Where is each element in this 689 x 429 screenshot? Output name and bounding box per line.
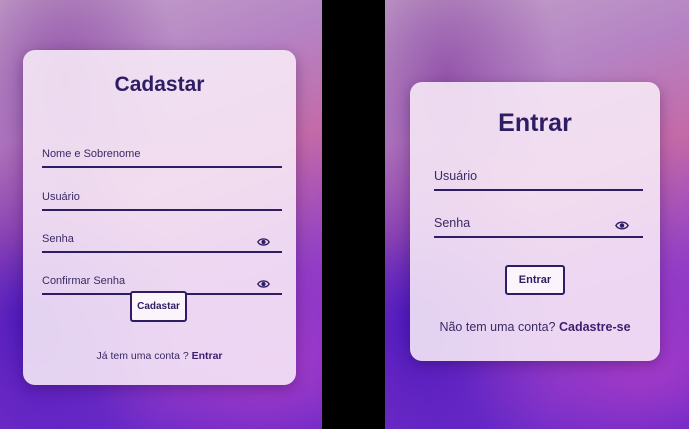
divider (322, 0, 385, 429)
signup-password-field[interactable]: Senha (42, 223, 282, 253)
login-footer-text: Não tem uma conta? (439, 320, 556, 334)
login-username-field[interactable]: Usuário (434, 157, 643, 191)
fullname-field[interactable]: Nome e Sobrenome (42, 138, 282, 168)
fullname-label: Nome e Sobrenome (42, 148, 141, 160)
login-button[interactable]: Entrar (505, 265, 565, 295)
signup-footer-text: Já tem uma conta ? (96, 350, 189, 362)
signup-card: Cadastar Nome e Sobrenome Usuário Senha … (23, 50, 296, 385)
login-screen: Entrar Usuário Senha Entrar Não tem uma … (385, 0, 689, 429)
signup-password-label: Senha (42, 233, 74, 245)
login-title: Entrar (498, 109, 572, 137)
eye-icon[interactable] (257, 237, 270, 247)
login-card: Entrar Usuário Senha Entrar Não tem uma … (410, 82, 660, 361)
signin-link[interactable]: Entrar (192, 350, 223, 362)
signup-link[interactable]: Cadastre-se (559, 320, 631, 334)
eye-icon[interactable] (615, 220, 629, 231)
login-footer: Não tem uma conta? Cadastre-se (410, 320, 660, 334)
signup-title: Cadastar (114, 73, 205, 96)
eye-icon[interactable] (257, 279, 270, 289)
signup-button[interactable]: Cadastar (130, 291, 187, 322)
login-password-field[interactable]: Senha (434, 204, 643, 238)
signup-username-field[interactable]: Usuário (42, 181, 282, 211)
signup-footer: Já tem uma conta ? Entrar (23, 350, 296, 362)
login-username-label: Usuário (434, 169, 478, 183)
confirm-password-label: Confirmar Senha (42, 275, 126, 287)
signup-username-label: Usuário (42, 191, 80, 203)
signup-screen: Cadastar Nome e Sobrenome Usuário Senha … (0, 0, 322, 429)
login-password-label: Senha (434, 216, 471, 230)
